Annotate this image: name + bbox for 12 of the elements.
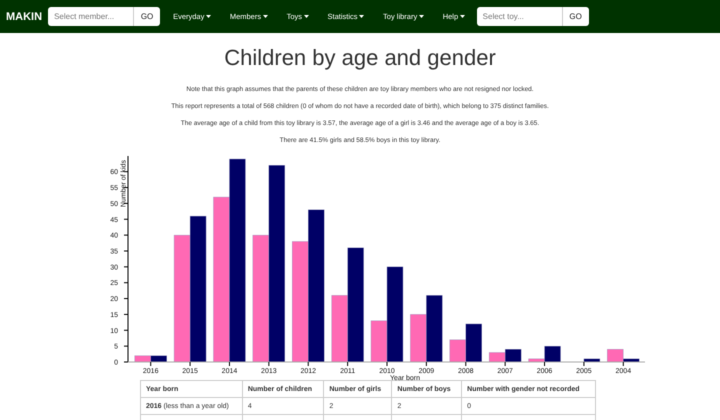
caret-icon	[460, 15, 465, 18]
page-title: Children by age and gender	[223, 45, 497, 71]
caret-icon	[304, 15, 309, 18]
go-button[interactable]: GO	[562, 7, 589, 26]
member-search-field[interactable]: Select member...	[48, 7, 134, 26]
caret-icon	[359, 15, 364, 18]
toy-search-field[interactable]: Select toy...	[476, 7, 563, 26]
caret-icon	[418, 15, 424, 18]
go-button[interactable]: GO	[134, 7, 160, 26]
caret-icon	[262, 15, 268, 18]
caret-icon	[206, 15, 211, 18]
brand-logo[interactable]: MAKIN	[6, 10, 42, 22]
